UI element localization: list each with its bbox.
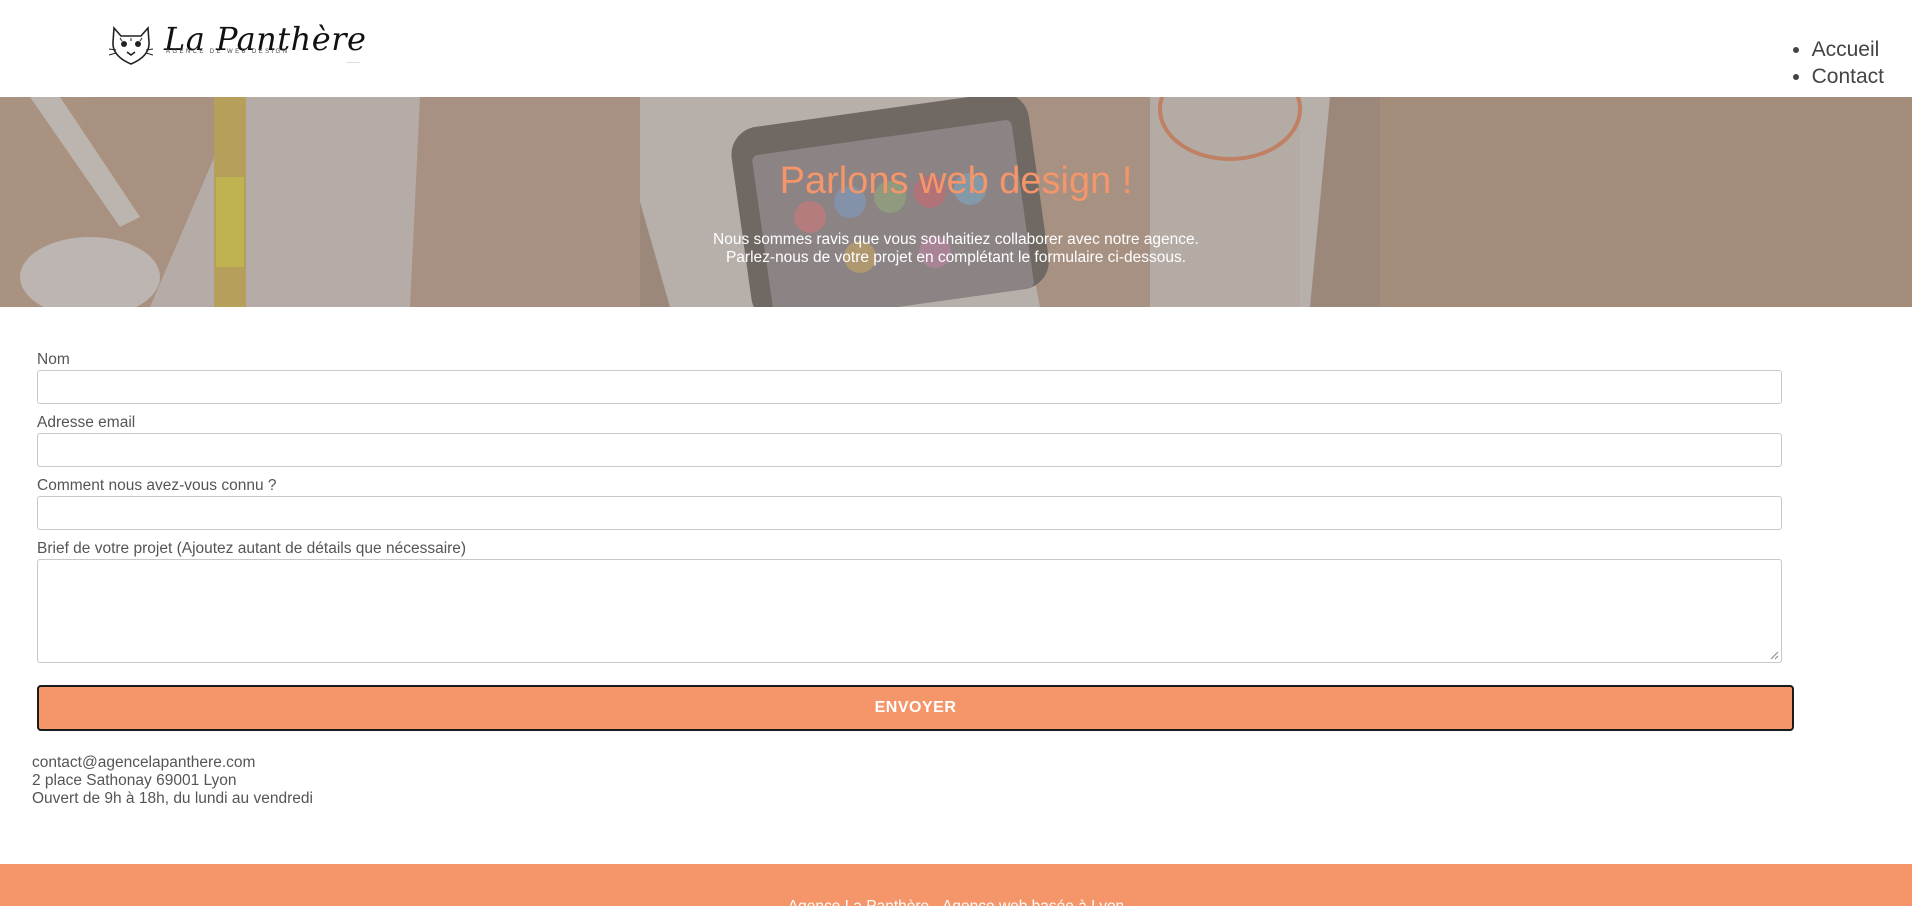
contact-address: 2 place Sathonay 69001 Lyon — [32, 772, 237, 789]
brief-label: Brief de votre projet (Ajoutez autant de… — [37, 540, 467, 557]
hero-intro-line-1: Nous sommes ravis que vous souhaitiez co… — [713, 231, 1199, 248]
source-field[interactable] — [37, 496, 1782, 530]
nav-link-contact[interactable]: Contact — [1812, 65, 1884, 88]
nav-link-accueil[interactable]: Accueil — [1812, 38, 1880, 61]
contact-email: contact@agencelapanthere.com — [32, 754, 256, 771]
email-field[interactable] — [37, 433, 1782, 467]
brand-logo[interactable]: La Panthère AGENCE DE WEB DESIGN — [108, 20, 366, 66]
hero-banner: Parlons web design ! Nous sommes ravis q… — [0, 97, 1912, 307]
submit-button[interactable]: ENVOYER — [37, 685, 1794, 731]
nav-item-contact[interactable]: Contact — [1812, 63, 1884, 90]
header-divider — [346, 62, 360, 63]
name-label: Nom — [37, 351, 70, 368]
nav-item-accueil[interactable]: Accueil — [1812, 36, 1884, 63]
contact-info: contact@agencelapanthere.com 2 place Sat… — [32, 754, 313, 808]
hero-intro: Nous sommes ravis que vous souhaitiez co… — [0, 231, 1912, 267]
main-nav: Accueil Contact — [1790, 36, 1884, 90]
brief-textarea[interactable] — [37, 559, 1782, 663]
source-label: Comment nous avez-vous connu ? — [37, 477, 277, 494]
hero-intro-line-2: Parlez-nous de votre projet en complétan… — [725, 249, 1187, 266]
panther-logo-icon — [108, 26, 154, 65]
site-header: La Panthère AGENCE DE WEB DESIGN Accueil… — [0, 0, 1912, 97]
contact-hours: Ouvert de 9h à 18h, du lundi au vendredi — [32, 790, 313, 807]
contact-form: Nom Adresse email Comment nous avez-vous… — [37, 350, 1794, 731]
hero-title: Parlons web design ! — [779, 160, 1133, 202]
email-label: Adresse email — [37, 414, 136, 431]
name-field[interactable] — [37, 370, 1782, 404]
footer-text: Agence La Panthère - Agence web basée à … — [0, 898, 1912, 906]
site-footer: Agence La Panthère - Agence web basée à … — [0, 864, 1912, 906]
brand-tagline: AGENCE DE WEB DESIGN — [166, 49, 290, 55]
resize-handle-icon[interactable] — [1770, 651, 1779, 660]
